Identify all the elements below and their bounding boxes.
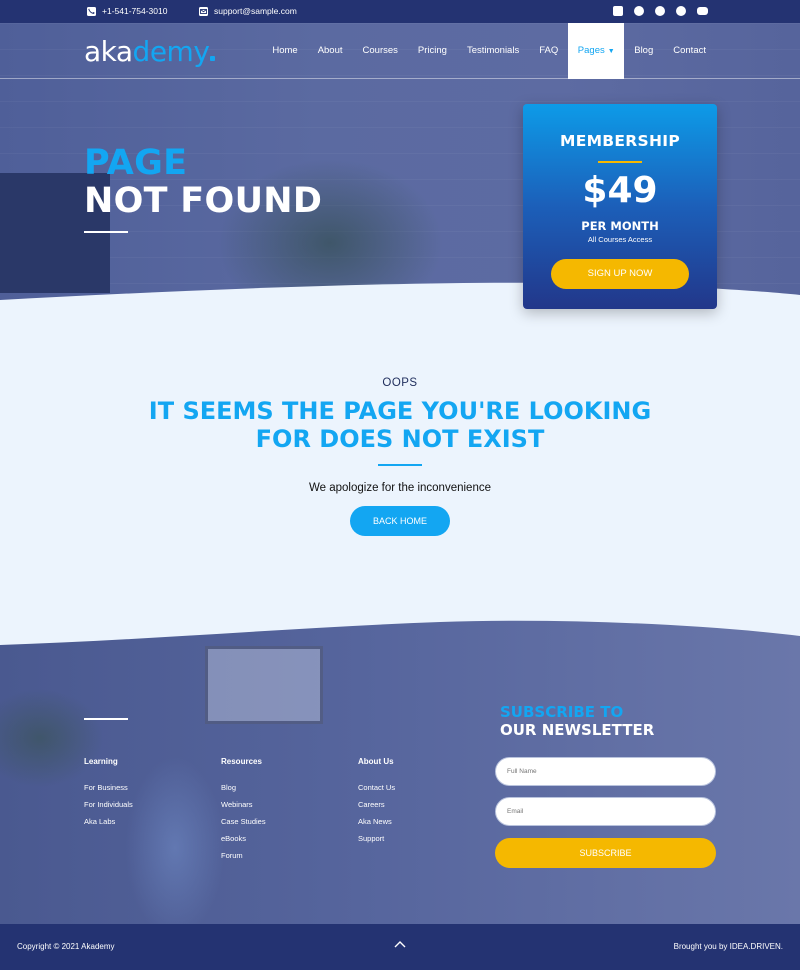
nav-item-courses[interactable]: Courses bbox=[353, 23, 408, 79]
nav-item-faq[interactable]: FAQ bbox=[529, 23, 568, 79]
apology-text: We apologize for the inconvenience bbox=[309, 482, 491, 494]
logo-text-blue: demy bbox=[132, 35, 210, 68]
phone-icon bbox=[87, 6, 96, 16]
error-heading-line2: FOR DOES NOT EXIST bbox=[255, 425, 545, 453]
newsletter-title-line1: SUBSCRIBE TO bbox=[500, 703, 624, 721]
footer-link[interactable]: Aka News bbox=[358, 817, 395, 826]
membership-card: MEMBERSHIP $49 PER MONTH All Courses Acc… bbox=[523, 104, 717, 309]
sign-up-button[interactable]: SIGN UP NOW bbox=[551, 259, 689, 289]
footer-column-title: Resources bbox=[221, 757, 262, 766]
nav-item-blog[interactable]: Blog bbox=[624, 23, 663, 79]
footer-column-title: About Us bbox=[358, 757, 394, 766]
copyright-text: Copyright © 2021 Akademy bbox=[17, 942, 115, 951]
logo-dot bbox=[210, 56, 216, 61]
footer-link[interactable]: eBooks bbox=[221, 834, 266, 843]
title-divider bbox=[84, 231, 128, 233]
membership-subtitle: All Courses Access bbox=[587, 235, 653, 244]
membership-price: $49 bbox=[582, 170, 658, 211]
credit-text: Brought you by IDEA.DRIVEN. bbox=[673, 942, 783, 951]
nav-item-home[interactable]: Home bbox=[262, 23, 307, 79]
subscribe-button[interactable]: SUBSCRIBE bbox=[495, 838, 716, 868]
footer-column-learning: Learning For Business For Individuals Ak… bbox=[84, 757, 133, 834]
main-navigation: akademy Home About Courses Pricing Testi… bbox=[0, 23, 800, 79]
footer-link[interactable]: For Business bbox=[84, 783, 133, 792]
facebook-icon[interactable] bbox=[634, 6, 644, 16]
email-address: support@sample.com bbox=[214, 6, 297, 16]
bottom-bar: Copyright © 2021 Akademy Brought you by … bbox=[0, 924, 800, 970]
membership-divider bbox=[598, 161, 642, 163]
membership-title: MEMBERSHIP bbox=[559, 132, 681, 150]
phone-number: +1-541-754-3010 bbox=[102, 6, 168, 16]
footer-column-resources: Resources Blog Webinars Case Studies eBo… bbox=[221, 757, 266, 868]
footer-wave bbox=[0, 618, 800, 645]
page-title-line1: PAGE bbox=[84, 143, 188, 183]
full-name-input[interactable] bbox=[495, 757, 716, 786]
logo-text-white: aka bbox=[84, 35, 133, 68]
nav-item-contact[interactable]: Contact bbox=[663, 23, 716, 79]
email-input[interactable] bbox=[495, 797, 716, 826]
top-bar: +1-541-754-3010 support@sample.com bbox=[0, 0, 800, 23]
footer-link[interactable]: Webinars bbox=[221, 800, 266, 809]
youtube-icon[interactable] bbox=[697, 7, 708, 15]
footer-link[interactable]: Aka Labs bbox=[84, 817, 133, 826]
email-icon bbox=[199, 6, 208, 16]
error-heading: IT SEEMS THE PAGE YOU'RE LOOKING FOR DOE… bbox=[0, 397, 800, 453]
error-eyebrow: OOPS bbox=[382, 377, 418, 389]
newsletter-title-line2: OUR NEWSLETTER bbox=[500, 721, 655, 739]
twitter-icon[interactable] bbox=[655, 6, 665, 16]
page-title: PAGE NOT FOUND bbox=[84, 144, 322, 220]
footer-link[interactable]: Forum bbox=[221, 851, 266, 860]
scroll-top-icon[interactable] bbox=[393, 938, 407, 952]
footer-link[interactable]: Blog bbox=[221, 783, 266, 792]
footer-divider bbox=[84, 718, 128, 720]
phone-contact[interactable]: +1-541-754-3010 bbox=[87, 6, 167, 16]
footer-link[interactable]: Careers bbox=[358, 800, 395, 809]
footer-link[interactable]: Contact Us bbox=[358, 783, 395, 792]
email-contact[interactable]: support@sample.com bbox=[199, 6, 297, 16]
error-heading-line1: IT SEEMS THE PAGE YOU'RE LOOKING bbox=[148, 397, 652, 425]
footer-link[interactable]: Case Studies bbox=[221, 817, 266, 826]
chevron-down-icon: ▼ bbox=[607, 48, 615, 55]
newsletter-title: SUBSCRIBE TO OUR NEWSLETTER bbox=[500, 703, 654, 739]
nav-item-pricing[interactable]: Pricing bbox=[408, 23, 457, 79]
nav-item-pages[interactable]: Pages ▼ bbox=[568, 23, 625, 79]
footer-column-about: About Us Contact Us Careers Aka News Sup… bbox=[358, 757, 395, 851]
nav-item-about[interactable]: About bbox=[308, 23, 353, 79]
linkedin-icon[interactable] bbox=[613, 6, 623, 16]
heading-divider bbox=[378, 464, 422, 466]
page-title-line2: NOT FOUND bbox=[84, 181, 323, 221]
footer-link[interactable]: For Individuals bbox=[84, 800, 133, 809]
membership-period: PER MONTH bbox=[581, 219, 659, 233]
skype-icon[interactable] bbox=[676, 6, 686, 16]
nav-item-pages-label: Pages bbox=[577, 45, 605, 56]
footer-link[interactable]: Support bbox=[358, 834, 395, 843]
back-home-button[interactable]: BACK HOME bbox=[350, 506, 450, 536]
footer-column-title: Learning bbox=[84, 757, 118, 766]
nav-item-testimonials[interactable]: Testimonials bbox=[457, 23, 529, 79]
logo[interactable]: akademy bbox=[84, 35, 216, 68]
social-links bbox=[613, 6, 708, 16]
nav-menu: Home About Courses Pricing Testimonials … bbox=[262, 23, 716, 79]
